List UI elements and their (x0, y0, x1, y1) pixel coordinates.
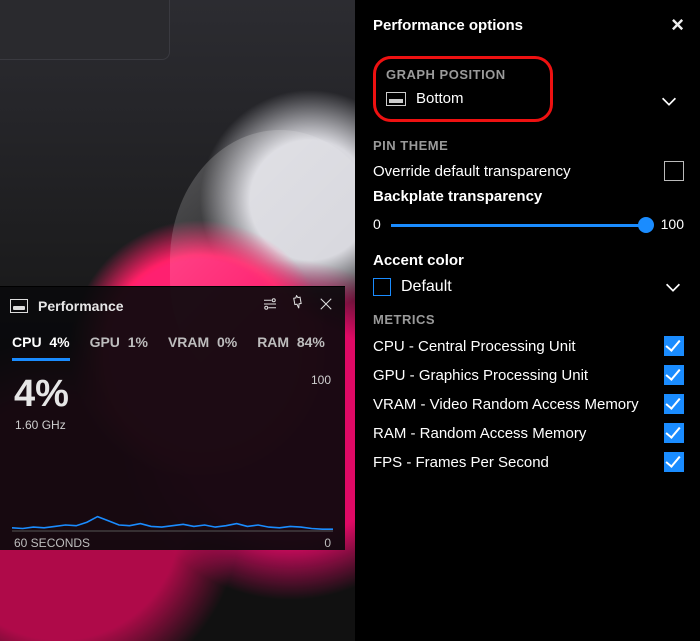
metric-checkbox[interactable] (664, 365, 684, 385)
backplate-transparency-slider[interactable]: 0 100 (373, 212, 684, 238)
graph-position-bottom-icon (386, 92, 406, 106)
pin-icon[interactable] (289, 295, 307, 316)
graph-position-section-label: GRAPH POSITION (386, 67, 540, 82)
backplate-transparency-label: Backplate transparency (373, 188, 542, 205)
y-axis-max: 100 (311, 373, 331, 387)
metric-row: VRAM - Video Random Access Memory (373, 394, 684, 414)
cpu-usage-chart (12, 462, 333, 532)
x-axis-label: 60 SECONDS (14, 536, 90, 550)
metric-label: VRAM - Video Random Access Memory (373, 396, 639, 413)
tab-vram[interactable]: VRAM 0% (168, 328, 237, 361)
y-axis-min: 0 (324, 536, 331, 550)
performance-title: Performance (38, 298, 124, 314)
pin-theme-section-label: PIN THEME (373, 138, 684, 153)
override-transparency-checkbox[interactable] (664, 161, 684, 181)
metric-row: GPU - Graphics Processing Unit (373, 365, 684, 385)
metric-row: RAM - Random Access Memory (373, 423, 684, 443)
slider-thumb[interactable] (638, 217, 654, 233)
close-icon[interactable] (317, 295, 335, 316)
metric-checkbox[interactable] (664, 452, 684, 472)
accent-color-label: Accent color (373, 252, 464, 269)
chevron-down-icon[interactable] (658, 90, 680, 112)
metric-checkbox[interactable] (664, 336, 684, 356)
metric-tabs: CPU 4% GPU 1% VRAM 0% RAM 84% (0, 324, 345, 361)
metric-checkbox[interactable] (664, 423, 684, 443)
tab-cpu[interactable]: CPU 4% (12, 328, 70, 361)
metrics-section-label: METRICS (373, 312, 684, 327)
performance-icon (10, 299, 28, 313)
background-window-corner (0, 0, 170, 60)
metric-row: FPS - Frames Per Second (373, 452, 684, 472)
cpu-frequency: 1.60 GHz (0, 416, 345, 432)
metric-label: GPU - Graphics Processing Unit (373, 367, 588, 384)
accent-color-value: Default (401, 278, 452, 296)
chevron-down-icon (662, 276, 684, 298)
metric-label: FPS - Frames Per Second (373, 454, 549, 471)
metric-row: CPU - Central Processing Unit (373, 336, 684, 356)
metric-label: CPU - Central Processing Unit (373, 338, 576, 355)
override-transparency-label: Override default transparency (373, 163, 571, 180)
tab-gpu[interactable]: GPU 1% (90, 328, 148, 361)
tab-ram[interactable]: RAM 84% (257, 328, 325, 361)
metric-checkbox[interactable] (664, 394, 684, 414)
graph-position-dropdown[interactable]: Bottom (386, 90, 540, 107)
close-icon[interactable]: × (671, 14, 684, 36)
settings-icon[interactable] (261, 295, 279, 316)
performance-options-panel: Performance options × GRAPH POSITION Bot… (355, 0, 700, 641)
graph-position-highlight: GRAPH POSITION Bottom (373, 56, 553, 122)
metric-label: RAM - Random Access Memory (373, 425, 586, 442)
graph-position-value: Bottom (416, 90, 464, 107)
performance-widget: Performance CPU 4% GPU 1% VRAM 0% RAM 84… (0, 286, 345, 550)
accent-color-dropdown[interactable]: Default (373, 276, 684, 298)
metrics-list: CPU - Central Processing Unit GPU - Graph… (373, 336, 684, 472)
accent-swatch-icon (373, 278, 391, 296)
panel-title: Performance options (373, 17, 523, 34)
big-percent: 4% (14, 373, 69, 416)
